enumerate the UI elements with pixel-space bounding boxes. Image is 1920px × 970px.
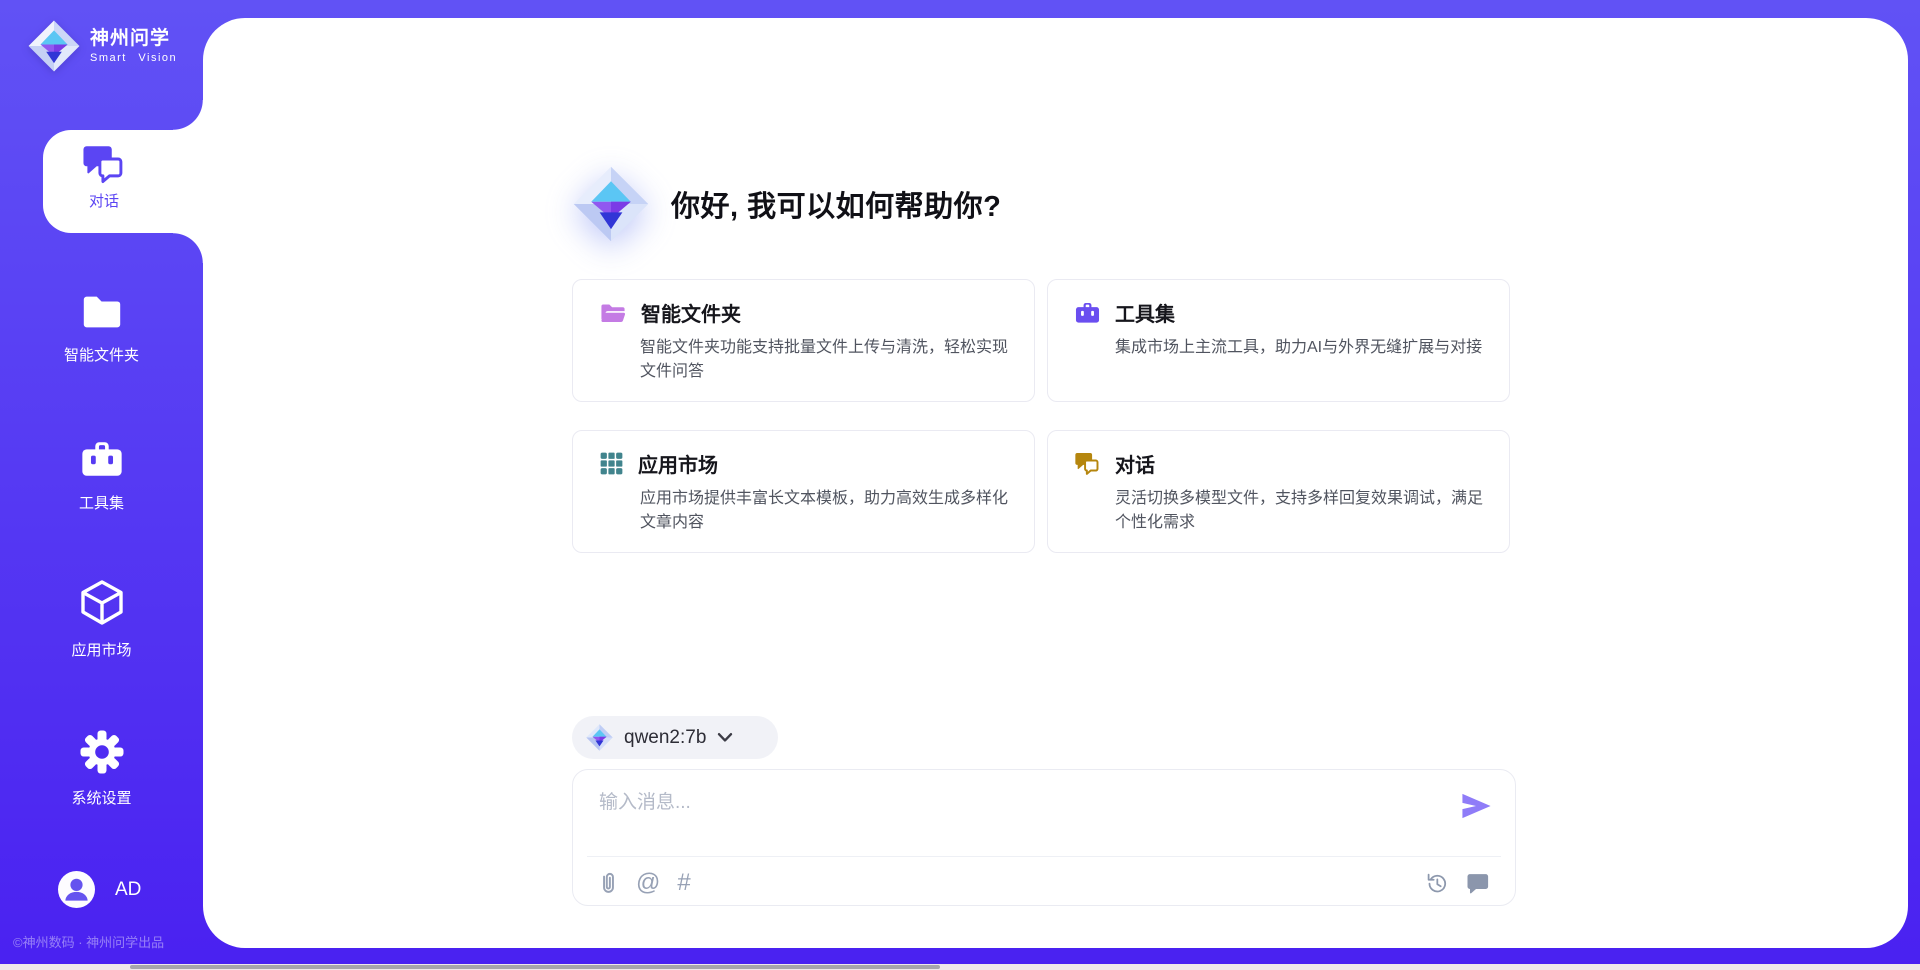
tab-fillet-bottom — [173, 233, 203, 263]
hashtag-icon[interactable]: # — [677, 871, 690, 895]
diamond-logo-icon — [28, 20, 80, 72]
brand-name: 神州问学 — [90, 28, 177, 51]
composer-divider — [587, 856, 1501, 857]
brand-subtitle: Smart Vision — [90, 52, 177, 64]
composer-left-tools: @ # — [598, 865, 691, 901]
user-avatar-icon — [58, 871, 95, 908]
attachment-button[interactable] — [598, 870, 619, 896]
briefcase-icon — [79, 437, 125, 480]
card-smart-folders[interactable]: 智能文件夹 智能文件夹功能支持批量文件上传与清洗，轻松实现文件问答 — [572, 279, 1035, 402]
card-description: 应用市场提供丰富长文本模板，助力高效生成多样化文章内容 — [640, 487, 1012, 535]
message-input[interactable] — [597, 785, 1381, 849]
mention-icon[interactable]: @ — [636, 871, 660, 895]
user-initials: AD — [115, 879, 141, 901]
avatar — [58, 871, 95, 908]
folder-icon — [79, 292, 125, 332]
sidebar-item-label: 系统设置 — [0, 787, 203, 808]
model-selector[interactable]: qwen2:7b — [572, 716, 778, 759]
feedback-button[interactable] — [1466, 873, 1490, 894]
briefcase-icon — [1074, 300, 1101, 325]
message-composer: @ # — [572, 769, 1516, 906]
composer-right-tools — [1425, 865, 1490, 901]
sidebar-item-label: 应用市场 — [0, 639, 203, 660]
copyright-footer: ©神州数码 · 神州问学出品 — [13, 932, 164, 951]
sidebar-item-folders[interactable]: 智能文件夹 — [0, 292, 203, 365]
sidebar-item-chat[interactable]: 对话 — [43, 130, 203, 233]
app-grid-icon — [599, 451, 624, 476]
main-panel: 你好, 我可以如何帮助你? 智能文件夹 智能文件夹功能支持批量文件上传与清洗，轻… — [203, 18, 1908, 948]
history-button[interactable] — [1425, 871, 1449, 895]
greeting: 你好, 我可以如何帮助你? — [573, 166, 1001, 242]
diamond-logo-icon — [586, 724, 613, 751]
feature-cards: 智能文件夹 智能文件夹功能支持批量文件上传与清洗，轻松实现文件问答 — [572, 279, 1510, 553]
diamond-logo-icon — [573, 166, 649, 242]
scrollbar-thumb[interactable] — [130, 965, 940, 969]
greeting-text: 你好, 我可以如何帮助你? — [671, 183, 1001, 225]
attachment-icon — [598, 870, 619, 896]
card-title: 对话 — [1115, 449, 1155, 478]
folder-open-icon — [599, 301, 627, 325]
card-title: 智能文件夹 — [641, 298, 741, 327]
chat-bubbles-icon — [81, 143, 127, 185]
tab-fillet-top — [173, 100, 203, 130]
gear-icon — [79, 729, 125, 775]
comment-icon — [1466, 873, 1490, 894]
card-description: 智能文件夹功能支持批量文件上传与清洗，轻松实现文件问答 — [640, 336, 1012, 384]
card-title: 工具集 — [1115, 298, 1175, 327]
card-app-market[interactable]: 应用市场 应用市场提供丰富长文本模板，助力高效生成多样化文章内容 — [572, 430, 1035, 553]
model-name: qwen2:7b — [624, 727, 706, 749]
sidebar-item-apps[interactable]: 应用市场 — [0, 579, 203, 660]
card-title: 应用市场 — [638, 449, 718, 478]
card-chat[interactable]: 对话 灵活切换多模型文件，支持多样回复效果调试，满足个性化需求 — [1047, 430, 1510, 553]
horizontal-scrollbar[interactable] — [0, 964, 1920, 970]
sidebar-item-label: 智能文件夹 — [0, 344, 203, 365]
history-icon — [1425, 871, 1449, 895]
brand: 神州问学 Smart Vision — [28, 20, 177, 72]
sidebar-item-tools[interactable]: 工具集 — [0, 437, 203, 513]
sidebar-item-settings[interactable]: 系统设置 — [0, 729, 203, 808]
send-icon — [1460, 791, 1493, 821]
sidebar-item-label: 对话 — [89, 190, 119, 211]
chevron-down-icon — [717, 732, 733, 743]
chat-bubbles-icon — [1074, 451, 1101, 476]
app-root: { "brand": { "name": "神州问学", "subtitle":… — [0, 0, 1920, 970]
card-description: 集成市场上主流工具，助力AI与外界无缝扩展与对接 — [1115, 336, 1487, 360]
send-button[interactable] — [1460, 791, 1493, 821]
user-account[interactable]: AD — [58, 871, 141, 908]
card-description: 灵活切换多模型文件，支持多样回复效果调试，满足个性化需求 — [1115, 487, 1487, 535]
sidebar-item-label: 工具集 — [0, 492, 203, 513]
brand-text: 神州问学 Smart Vision — [90, 28, 177, 65]
card-toolset[interactable]: 工具集 集成市场上主流工具，助力AI与外界无缝扩展与对接 — [1047, 279, 1510, 402]
cube-icon — [78, 579, 126, 627]
